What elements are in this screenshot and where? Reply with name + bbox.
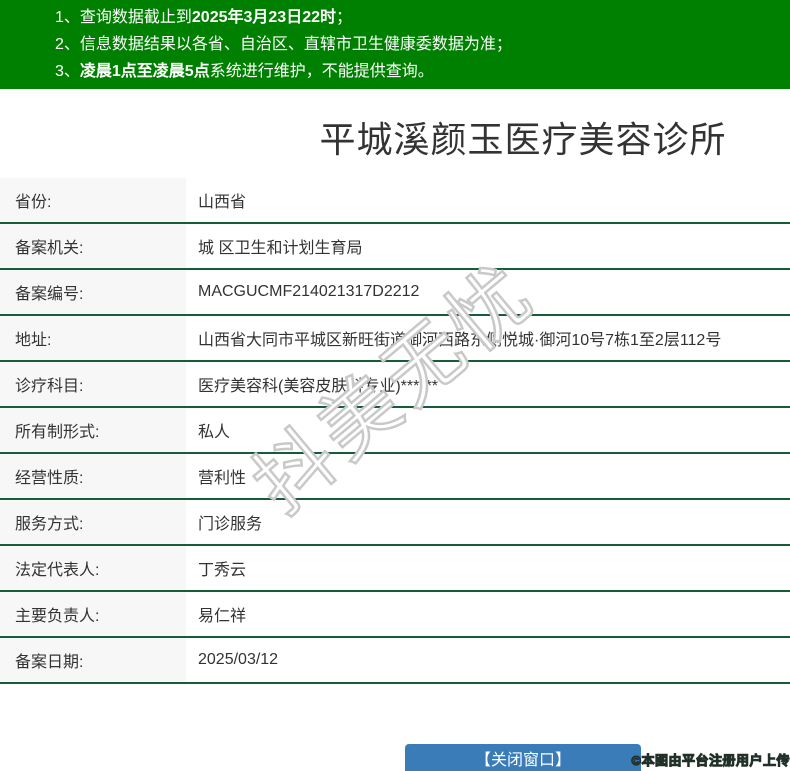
table-row: 法定代表人: 丁秀云 (0, 546, 790, 592)
row-label: 省份: (0, 178, 186, 222)
row-label: 经营性质: (0, 454, 186, 498)
notice-1-bold: 2025年3月23日22时 (191, 9, 336, 26)
table-row: 备案机关: 城 区卫生和计划生育局 (0, 224, 790, 270)
row-label: 地址: (0, 316, 186, 360)
table-row: 备案编号: MACGUCMF214021317D2212 (0, 270, 790, 316)
table-row: 诊疗科目: 医疗美容科(美容皮肤科专业)****** (0, 362, 790, 408)
page: 1、查询数据截止到2025年3月23日22时； 2、信息数据结果以各省、自治区、… (0, 0, 790, 771)
row-label: 备案日期: (0, 638, 186, 682)
notice-1-text: 1、查询数据截止到 (55, 9, 192, 26)
row-value: 山西省 (198, 194, 247, 211)
row-value: 丁秀云 (198, 562, 247, 579)
table-row: 省份: 山西省 (0, 178, 790, 224)
notice-2-text: 2、信息数据结果以各省、自治区、直辖市卫生健康委数据为准； (55, 36, 512, 53)
row-value: 易仁祥 (198, 608, 247, 625)
row-value: 城 区卫生和计划生育局 (198, 240, 363, 257)
row-label: 备案编号: (0, 270, 186, 314)
info-table: 省份: 山西省 备案机关: 城 区卫生和计划生育局 备案编号: MACGUCMF… (0, 178, 790, 684)
notice-1-suffix: ； (336, 9, 353, 26)
notice-line-2: 2、信息数据结果以各省、自治区、直辖市卫生健康委数据为准； (55, 31, 790, 58)
row-label: 备案机关: (0, 224, 186, 268)
notice-line-3: 3、凌晨1点至凌晨5点系统进行维护，不能提供查询。 (55, 58, 790, 85)
row-label: 法定代表人: (0, 546, 186, 590)
row-label: 所有制形式: (0, 408, 186, 452)
table-row: 服务方式: 门诊服务 (0, 500, 790, 546)
row-value: 私人 (198, 424, 231, 441)
table-row: 地址: 山西省大同市平城区新旺街道御河西路东侧悦城·御河10号7栋1至2层112… (0, 316, 790, 362)
row-label: 主要负责人: (0, 592, 186, 636)
notice-3-suffix: 系统进行维护，不能提供查询。 (209, 63, 434, 80)
table-row: 经营性质: 营利性 (0, 454, 790, 500)
notice-bar: 1、查询数据截止到2025年3月23日22时； 2、信息数据结果以各省、自治区、… (0, 0, 790, 89)
close-window-button[interactable]: 【关闭窗口】 (405, 744, 641, 771)
row-value: 营利性 (198, 470, 247, 487)
notice-3-text: 3、 (55, 63, 80, 80)
clinic-title: 平城溪颜玉医疗美容诊所 (319, 119, 727, 160)
row-label: 诊疗科目: (0, 362, 186, 406)
notice-line-1: 1、查询数据截止到2025年3月23日22时； (55, 4, 790, 31)
copyright-watermark: ©本图由平台注册用户上传 (631, 753, 790, 769)
row-label: 服务方式: (0, 500, 186, 544)
row-value: 2025/03/12 (198, 651, 279, 668)
screenshot-viewport: 1、查询数据截止到2025年3月23日22时； 2、信息数据结果以各省、自治区、… (0, 0, 790, 771)
row-value: 医疗美容科(美容皮肤科专业)****** (198, 378, 439, 395)
notice-3-bold: 凌晨1点至凌晨5点 (79, 63, 210, 80)
table-row: 主要负责人: 易仁祥 (0, 592, 790, 638)
row-value: 门诊服务 (198, 516, 263, 533)
table-row: 所有制形式: 私人 (0, 408, 790, 454)
row-value: MACGUCMF214021317D2212 (198, 283, 420, 300)
row-value: 山西省大同市平城区新旺街道御河西路东侧悦城·御河10号7栋1至2层112号 (198, 332, 722, 349)
table-row: 备案日期: 2025/03/12 (0, 638, 790, 684)
